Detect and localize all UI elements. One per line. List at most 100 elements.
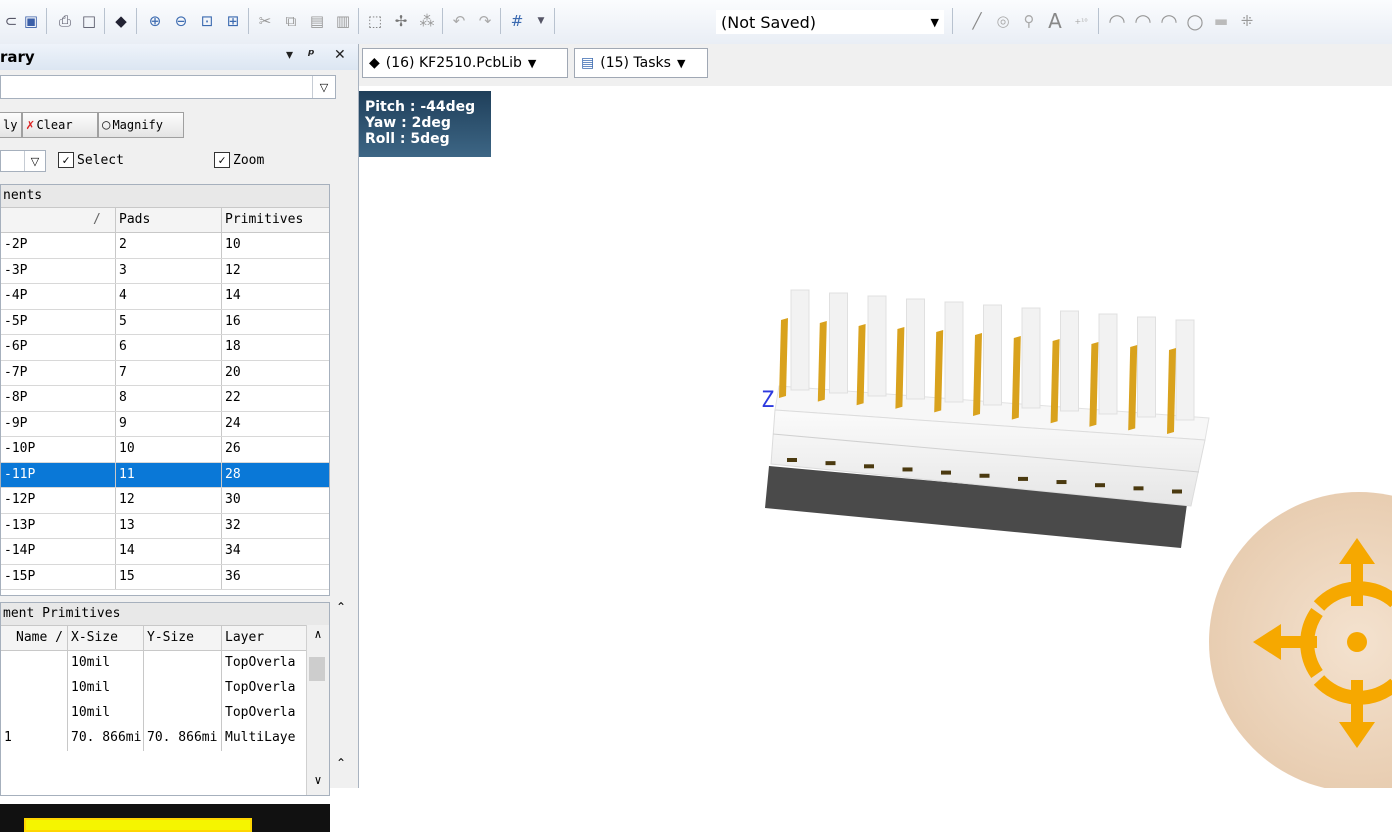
primitives-caption: ment Primitives <box>1 603 329 626</box>
cell-name: -2P <box>4 237 28 252</box>
string-icon[interactable]: A <box>1044 9 1066 33</box>
print-preview-icon[interactable]: □ <box>78 10 100 32</box>
connector-slot <box>1172 489 1182 494</box>
table-row[interactable]: -8P 8 22 <box>1 386 329 412</box>
table-row[interactable]: -10P 10 26 <box>1 437 329 463</box>
grid-dropdown-icon[interactable]: ▼ <box>530 10 552 32</box>
table-row[interactable]: -7P 7 20 <box>1 360 329 386</box>
cell-name: -5P <box>4 313 28 329</box>
primitives-scrollbar[interactable]: ∧ ∨ <box>306 625 329 795</box>
move-icon[interactable]: ✢ <box>390 10 412 32</box>
undo-icon[interactable]: ↶ <box>448 10 470 32</box>
save-icon[interactable]: ▣ <box>20 10 42 32</box>
array-paste-icon[interactable]: ⁜ <box>1236 10 1258 32</box>
3d-body-icon[interactable]: ◆ <box>110 10 132 32</box>
clear-button[interactable]: ✗ Clear <box>22 112 98 138</box>
table-row[interactable]: -14P 14 34 <box>1 539 329 565</box>
table-row[interactable]: -12P 12 30 <box>1 488 329 514</box>
redo-icon[interactable]: ↷ <box>474 10 496 32</box>
zoom-in-icon[interactable]: ⊕ <box>144 10 166 32</box>
header-y-size[interactable]: Y-Size <box>143 626 221 650</box>
toolbar-separator <box>952 8 953 34</box>
rubber-stamp-icon[interactable]: ▥ <box>332 10 354 32</box>
cell-name: -14P <box>4 543 36 558</box>
connector-wall <box>829 292 848 394</box>
table-row[interactable]: 10mil TopOverla <box>1 701 329 726</box>
zoom-level-combo[interactable]: ▽ <box>0 150 46 172</box>
table-row[interactable]: 10mil TopOverla <box>1 676 329 701</box>
apply-button[interactable]: ly <box>0 112 22 138</box>
header-name[interactable]: / <box>1 208 115 232</box>
paste-icon[interactable]: ▤ <box>306 10 328 32</box>
header-pads[interactable]: Pads <box>115 208 221 232</box>
library-filter-combo[interactable]: ▽ <box>0 75 336 99</box>
panel-menu-icon[interactable]: ▾ <box>286 47 293 63</box>
table-row[interactable]: 10mil TopOverla <box>1 651 329 676</box>
chevron-down-icon[interactable]: ▽ <box>312 76 335 98</box>
pin-icon[interactable]: ᵖ <box>308 47 315 63</box>
toolbar-separator <box>442 8 443 34</box>
open-icon[interactable]: ⊂ <box>0 10 22 32</box>
scroll-thumb[interactable] <box>309 657 325 681</box>
cell-name: -7P <box>4 364 28 380</box>
zoom-out-icon[interactable]: ⊖ <box>170 10 192 32</box>
table-row[interactable]: -3P 3 12 <box>1 258 329 284</box>
header-primitives[interactable]: Primitives <box>221 208 331 232</box>
arc-center-icon[interactable]: ◠ <box>1106 9 1128 33</box>
tab-pcblib[interactable]: ◆ (16) KF2510.PcbLib ▼ <box>362 48 568 78</box>
scroll-down-icon[interactable]: ∨ <box>307 773 329 793</box>
arc-edge-icon[interactable]: ◠ <box>1132 9 1154 33</box>
save-state-value: (Not Saved) <box>721 13 817 32</box>
table-row[interactable]: 1 70. 866mi 70. 866mi MultiLaye <box>1 726 329 751</box>
table-row[interactable]: -4P 4 14 <box>1 284 329 310</box>
deselect-icon[interactable]: ⁂ <box>416 10 438 32</box>
cell-pads: 3 <box>115 258 221 283</box>
cell-pads: 2 <box>115 233 221 258</box>
collapse-up-icon[interactable]: ⌃ <box>336 756 346 770</box>
tasks-icon: ▤ <box>581 55 595 71</box>
toolbar-separator <box>358 8 359 34</box>
header-name[interactable]: Name / <box>1 626 67 650</box>
circle-icon[interactable]: ○ <box>1184 9 1206 33</box>
pad-icon[interactable]: ◎ <box>992 10 1014 32</box>
tab-tasks[interactable]: ▤ (15) Tasks ▼ <box>574 48 708 78</box>
zoom-checkbox[interactable]: ✓ Zoom <box>214 152 264 168</box>
collapse-up-icon[interactable]: ⌃ <box>336 600 346 614</box>
via-icon[interactable]: ⚲ <box>1018 10 1040 32</box>
table-row[interactable]: -6P 6 18 <box>1 335 329 361</box>
cell-y-size <box>143 651 221 676</box>
line-icon[interactable]: ╱ <box>966 10 988 32</box>
table-row[interactable]: -13P 13 32 <box>1 513 329 539</box>
scroll-up-icon[interactable]: ∧ <box>307 627 329 647</box>
select-checkbox[interactable]: ✓ Select <box>58 152 124 168</box>
3d-viewport[interactable]: Pitch : -44deg Yaw : 2deg Roll : 5deg Z <box>359 86 1392 788</box>
save-state-select[interactable]: (Not Saved) ▼ <box>716 10 944 34</box>
fill-icon[interactable]: ▬ <box>1210 10 1232 32</box>
close-icon[interactable]: ✕ <box>334 47 346 63</box>
zoom-fit-icon[interactable]: ⊡ <box>196 10 218 32</box>
chevron-down-icon[interactable]: ▽ <box>24 151 45 171</box>
table-row[interactable]: -5P 5 16 <box>1 309 329 335</box>
magnify-button[interactable]: ○ Magnify <box>98 112 184 138</box>
table-row[interactable]: -11P 11 28 <box>1 462 329 488</box>
header-layer[interactable]: Layer <box>221 626 309 650</box>
arc-any-icon[interactable]: ◠ <box>1158 9 1180 33</box>
pcblib-icon: ◆ <box>369 55 380 71</box>
cell-name: -3P <box>4 262 28 278</box>
header-x-size[interactable]: X-Size <box>67 626 143 650</box>
coordinate-icon[interactable]: +¹⁰ <box>1070 10 1092 32</box>
connector-wall <box>867 295 887 397</box>
cell-name: -15P <box>4 568 36 584</box>
print-icon[interactable]: ⎙ <box>54 10 76 32</box>
connector-slot <box>941 470 951 475</box>
copy-icon[interactable]: ⧉ <box>280 10 302 32</box>
cut-icon[interactable]: ✂ <box>254 10 276 32</box>
table-row[interactable]: -9P 9 24 <box>1 411 329 437</box>
table-row[interactable]: -15P 15 36 <box>1 564 329 590</box>
grid-icon[interactable]: # <box>506 10 528 32</box>
table-row[interactable]: -2P 2 10 <box>1 233 329 259</box>
select-area-icon[interactable]: ⬚ <box>364 10 386 32</box>
zoom-selected-icon[interactable]: ⊞ <box>222 10 244 32</box>
panel-header: rary ▾ ᵖ ✕ <box>0 44 358 70</box>
connector-wall <box>1175 319 1195 421</box>
